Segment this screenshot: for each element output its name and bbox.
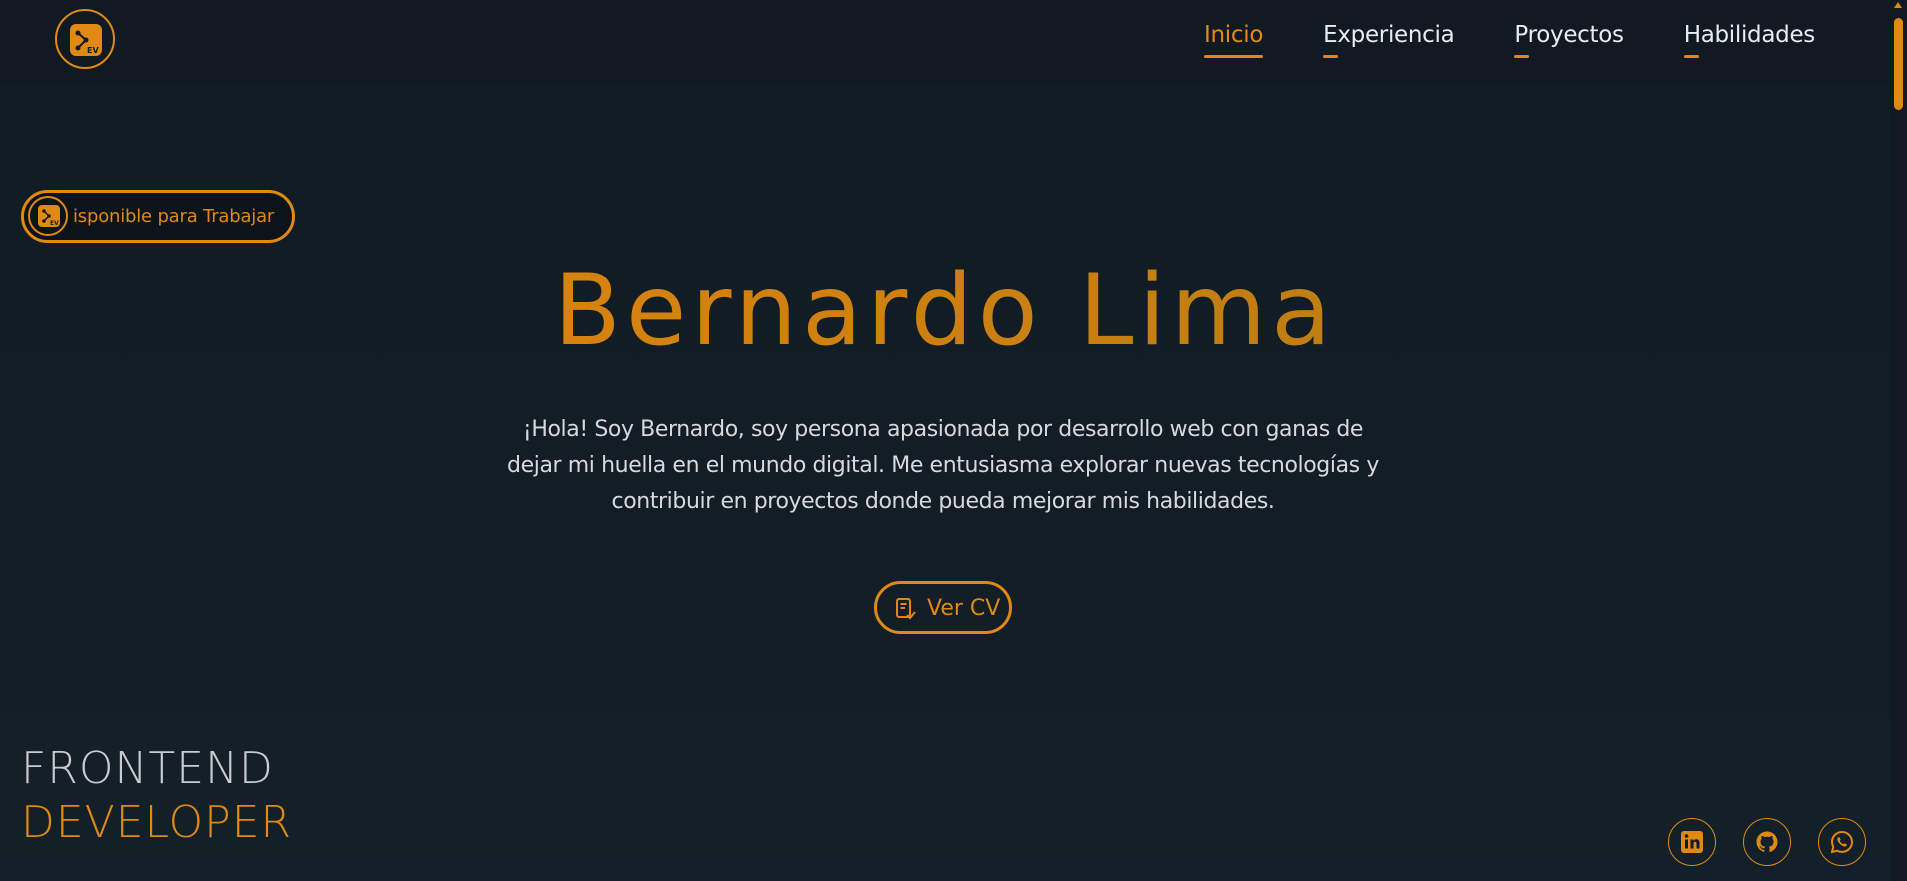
nav-item-label: Habilidades xyxy=(1683,22,1816,48)
whatsapp-icon xyxy=(1830,830,1854,854)
availability-badge: EV isponible para Trabajar xyxy=(21,190,295,243)
view-cv-label: Ver CV xyxy=(927,596,1001,621)
dev-logo-icon: EV xyxy=(28,196,68,236)
github-icon xyxy=(1756,831,1778,852)
linkedin-icon xyxy=(1681,831,1703,853)
page: EV Inicio Experiencia Proyectos Habilida… xyxy=(0,0,1907,881)
nav-underline xyxy=(1514,55,1530,58)
github-button[interactable] xyxy=(1743,818,1791,866)
nav-item-habilidades[interactable]: Habilidades xyxy=(1683,22,1816,58)
svg-text:EV: EV xyxy=(50,220,59,227)
nav-item-inicio[interactable]: Inicio xyxy=(1204,22,1263,58)
svg-text:EV: EV xyxy=(87,46,99,55)
role-line-2: DEVELOPER xyxy=(21,797,293,848)
nav-item-experiencia[interactable]: Experiencia xyxy=(1323,22,1455,58)
nav-item-label: Proyectos xyxy=(1514,22,1624,48)
whatsapp-button[interactable] xyxy=(1818,818,1866,866)
nav-item-label: Inicio xyxy=(1204,22,1264,48)
hero-description: ¡Hola! Soy Bernardo, soy persona apasion… xyxy=(507,417,1379,514)
logo[interactable]: EV xyxy=(55,9,115,69)
view-cv-button[interactable]: Ver CV xyxy=(874,581,1012,634)
hero-name: Bernardo Lima xyxy=(0,254,1890,368)
dev-logo-icon: EV xyxy=(70,24,102,56)
scroll-thumb[interactable] xyxy=(1894,18,1903,110)
nav-underline xyxy=(1323,55,1339,58)
main-nav: Inicio Experiencia Proyectos Habilidades xyxy=(1204,22,1815,58)
role-line-1: FRONTEND xyxy=(21,743,274,794)
nav-underline xyxy=(1683,55,1699,58)
scrollbar[interactable] xyxy=(1890,0,1907,881)
site-header: EV Inicio Experiencia Proyectos Habilida… xyxy=(0,0,1890,84)
availability-text: isponible para Trabajar xyxy=(73,206,275,227)
role-title: FRONTEND DEVELOPER xyxy=(21,742,292,850)
document-check-icon xyxy=(895,597,917,626)
nav-active-underline xyxy=(1204,55,1264,58)
scroll-up-arrow-icon[interactable] xyxy=(1894,2,1902,8)
nav-item-proyectos[interactable]: Proyectos xyxy=(1514,22,1624,58)
nav-item-label: Experiencia xyxy=(1323,22,1455,48)
linkedin-button[interactable] xyxy=(1668,818,1716,866)
